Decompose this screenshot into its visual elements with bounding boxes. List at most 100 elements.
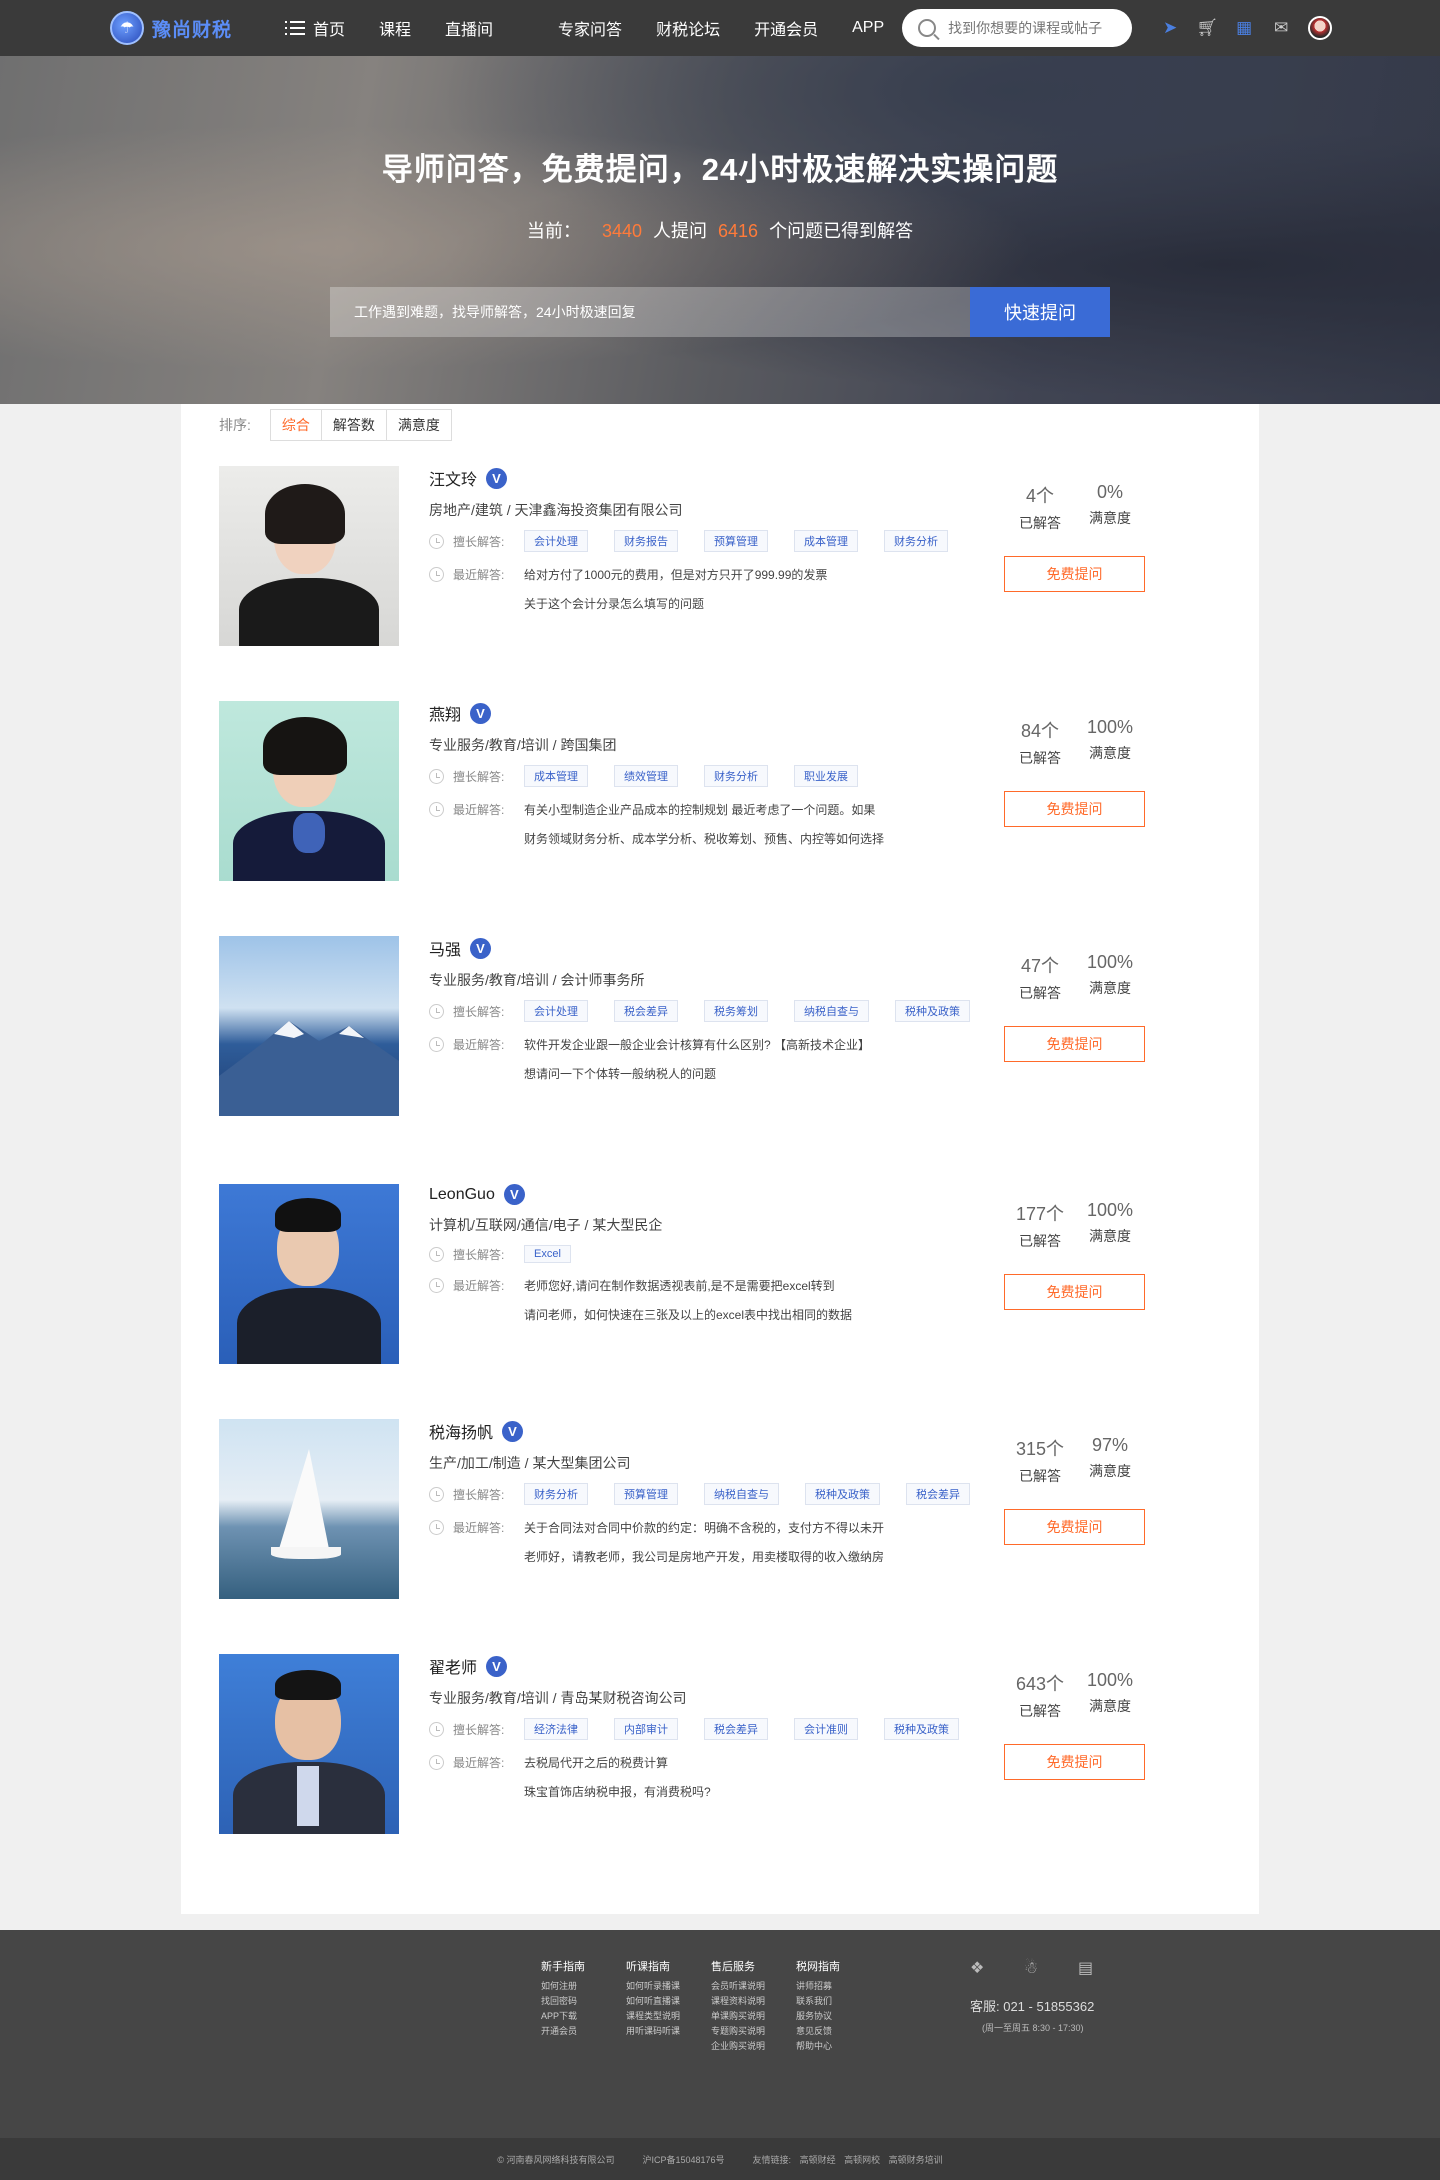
search-box[interactable]	[902, 9, 1133, 47]
footer-link[interactable]: 会员听课说明	[711, 1979, 796, 1994]
nav-link-live[interactable]: 直播间	[445, 16, 493, 40]
recent-question[interactable]: 给对方付了1000元的费用，但是对方只开了999.99的发票	[524, 566, 827, 583]
specialty-tag[interactable]: 经济法律	[524, 1718, 588, 1740]
specialty-tag[interactable]: 会计准则	[794, 1718, 858, 1740]
recent-question[interactable]: 关于合同法对合同中价款的约定：明确不含税的，支付方不得以未开	[524, 1519, 884, 1536]
specialty-tag[interactable]: 税种及政策	[895, 1000, 970, 1022]
friend-link[interactable]: 高顿网校	[844, 2155, 880, 2165]
answered-count: 315个	[1015, 1439, 1065, 1459]
free-ask-button[interactable]: 免费提问	[1004, 1274, 1145, 1310]
free-ask-button[interactable]: 免费提问	[1004, 1744, 1145, 1780]
weibo-icon[interactable]: ▤	[1078, 1958, 1100, 1977]
recent-question[interactable]: 珠宝首饰店纳税申报，有消费税吗?	[524, 1783, 1225, 1800]
recent-question[interactable]: 关于这个会计分录怎么填写的问题	[524, 595, 1225, 612]
specialty-tag[interactable]: 成本管理	[794, 530, 858, 552]
expert-photo[interactable]	[219, 1184, 399, 1364]
recent-question[interactable]: 有关小型制造企业产品成本的控制规划 最近考虑了一个问题。如果	[524, 801, 875, 818]
recent-question[interactable]: 软件开发企业跟一般企业会计核算有什么区别? 【高新技术企业】	[524, 1036, 870, 1053]
user-avatar[interactable]	[1308, 16, 1333, 40]
specialty-tag[interactable]: 税种及政策	[884, 1718, 959, 1740]
recent-question[interactable]: 想请问一下个体转一般纳税人的问题	[524, 1065, 1225, 1082]
nav-link-forum[interactable]: 财税论坛	[656, 16, 720, 40]
sort-tab-answers[interactable]: 解答数	[320, 409, 387, 441]
specialty-tag[interactable]: 预算管理	[614, 1483, 678, 1505]
free-ask-button[interactable]: 免费提问	[1004, 791, 1145, 827]
specialty-tag[interactable]: 税会差异	[704, 1718, 768, 1740]
nav-link-membership[interactable]: 开通会员	[754, 16, 818, 40]
specialty-tag[interactable]: 绩效管理	[614, 765, 678, 787]
footer-link[interactable]: 帮助中心	[796, 2039, 881, 2054]
recent-question[interactable]: 去税局代开之后的税费计算	[524, 1754, 668, 1771]
nav-link-expert-qa[interactable]: 专家问答	[558, 16, 622, 40]
free-ask-button[interactable]: 免费提问	[1004, 1026, 1145, 1062]
search-icon[interactable]	[918, 19, 937, 37]
sort-tab-satisfaction[interactable]: 满意度	[385, 409, 452, 441]
qq-icon[interactable]: ☃	[1024, 1958, 1046, 1977]
expert-name[interactable]: 翟老师	[429, 1654, 477, 1678]
specialty-tag[interactable]: 会计处理	[524, 530, 588, 552]
footer-link[interactable]: 意见反馈	[796, 2024, 881, 2039]
specialty-tag[interactable]: 职业发展	[794, 765, 858, 787]
specialty-tag[interactable]: 财务分析	[524, 1483, 588, 1505]
send-icon[interactable]: ➤	[1160, 18, 1180, 38]
nav-link-courses[interactable]: 课程	[379, 16, 411, 40]
expert-photo[interactable]	[219, 701, 399, 881]
footer-link[interactable]: 课程类型说明	[626, 2009, 711, 2024]
footer-link[interactable]: 单课购买说明	[711, 2009, 796, 2024]
expert-photo[interactable]	[219, 466, 399, 646]
footer-link[interactable]: 找回密码	[541, 1994, 626, 2009]
recent-question[interactable]: 老师好，请教老师，我公司是房地产开发，用卖楼取得的收入缴纳房	[524, 1548, 1225, 1565]
specialty-tag[interactable]: 税会差异	[614, 1000, 678, 1022]
message-icon[interactable]: ✉	[1271, 18, 1291, 38]
specialty-tag[interactable]: 会计处理	[524, 1000, 588, 1022]
quick-ask-button[interactable]: 快速提问	[970, 287, 1110, 337]
expert-name[interactable]: LeonGuo	[429, 1186, 495, 1204]
footer-link[interactable]: 讲师招募	[796, 1979, 881, 1994]
expert-photo[interactable]	[219, 1419, 399, 1599]
sort-tab-overall[interactable]: 综合	[269, 409, 322, 441]
nav-link-app[interactable]: APP	[852, 19, 884, 37]
specialty-tag[interactable]: 税种及政策	[805, 1483, 880, 1505]
expert-photo[interactable]	[219, 1654, 399, 1834]
search-input[interactable]	[948, 20, 1119, 36]
footer-link[interactable]: 课程资料说明	[711, 1994, 796, 2009]
footer-link[interactable]: 如何听直播课	[626, 1994, 711, 2009]
specialty-tag[interactable]: 纳税自查与	[794, 1000, 869, 1022]
footer-link[interactable]: 如何注册	[541, 1979, 626, 1994]
nav-link-home[interactable]: 首页	[285, 16, 345, 40]
footer-link[interactable]: 用听课码听课	[626, 2024, 711, 2039]
wechat-icon[interactable]: ❖	[970, 1958, 992, 1977]
recent-question[interactable]: 老师您好,请问在制作数据透视表前,是不是需要把excel转到	[524, 1277, 835, 1294]
specialty-tag[interactable]: 纳税自查与	[704, 1483, 779, 1505]
cart-icon[interactable]: 🛒︎	[1196, 18, 1218, 38]
question-input[interactable]	[330, 287, 970, 337]
friend-link[interactable]: 高顿财务培训	[889, 2155, 943, 2165]
expert-name[interactable]: 马强	[429, 936, 461, 960]
specialty-tag[interactable]: 财务分析	[704, 765, 768, 787]
expert-photo[interactable]	[219, 936, 399, 1116]
specialty-tag[interactable]: 成本管理	[524, 765, 588, 787]
free-ask-button[interactable]: 免费提问	[1004, 1509, 1145, 1545]
expert-name[interactable]: 汪文玲	[429, 466, 477, 490]
specialty-tag[interactable]: 财务分析	[884, 530, 948, 552]
footer-link[interactable]: 开通会员	[541, 2024, 626, 2039]
footer-link[interactable]: APP下载	[541, 2009, 626, 2024]
specialty-tag[interactable]: 税务筹划	[704, 1000, 768, 1022]
friend-link[interactable]: 高顿财经	[800, 2155, 836, 2165]
free-ask-button[interactable]: 免费提问	[1004, 556, 1145, 592]
footer-link[interactable]: 专题购买说明	[711, 2024, 796, 2039]
footer-link[interactable]: 服务协议	[796, 2009, 881, 2024]
expert-name[interactable]: 税海扬帆	[429, 1419, 493, 1443]
footer-link[interactable]: 联系我们	[796, 1994, 881, 2009]
recent-question[interactable]: 财务领域财务分析、成本学分析、税收筹划、预售、内控等如何选择	[524, 830, 1225, 847]
specialty-tag[interactable]: 预算管理	[704, 530, 768, 552]
specialty-tag[interactable]: 内部审计	[614, 1718, 678, 1740]
gift-icon[interactable]: ▦	[1234, 18, 1254, 38]
footer-link[interactable]: 如何听录播课	[626, 1979, 711, 1994]
logo[interactable]: ☂ 豫尚财税	[110, 11, 260, 45]
footer-link[interactable]: 企业购买说明	[711, 2039, 796, 2054]
specialty-tag[interactable]: Excel	[524, 1245, 571, 1263]
expert-name[interactable]: 燕翔	[429, 701, 461, 725]
specialty-tag[interactable]: 税会差异	[906, 1483, 970, 1505]
specialty-tag[interactable]: 财务报告	[614, 530, 678, 552]
